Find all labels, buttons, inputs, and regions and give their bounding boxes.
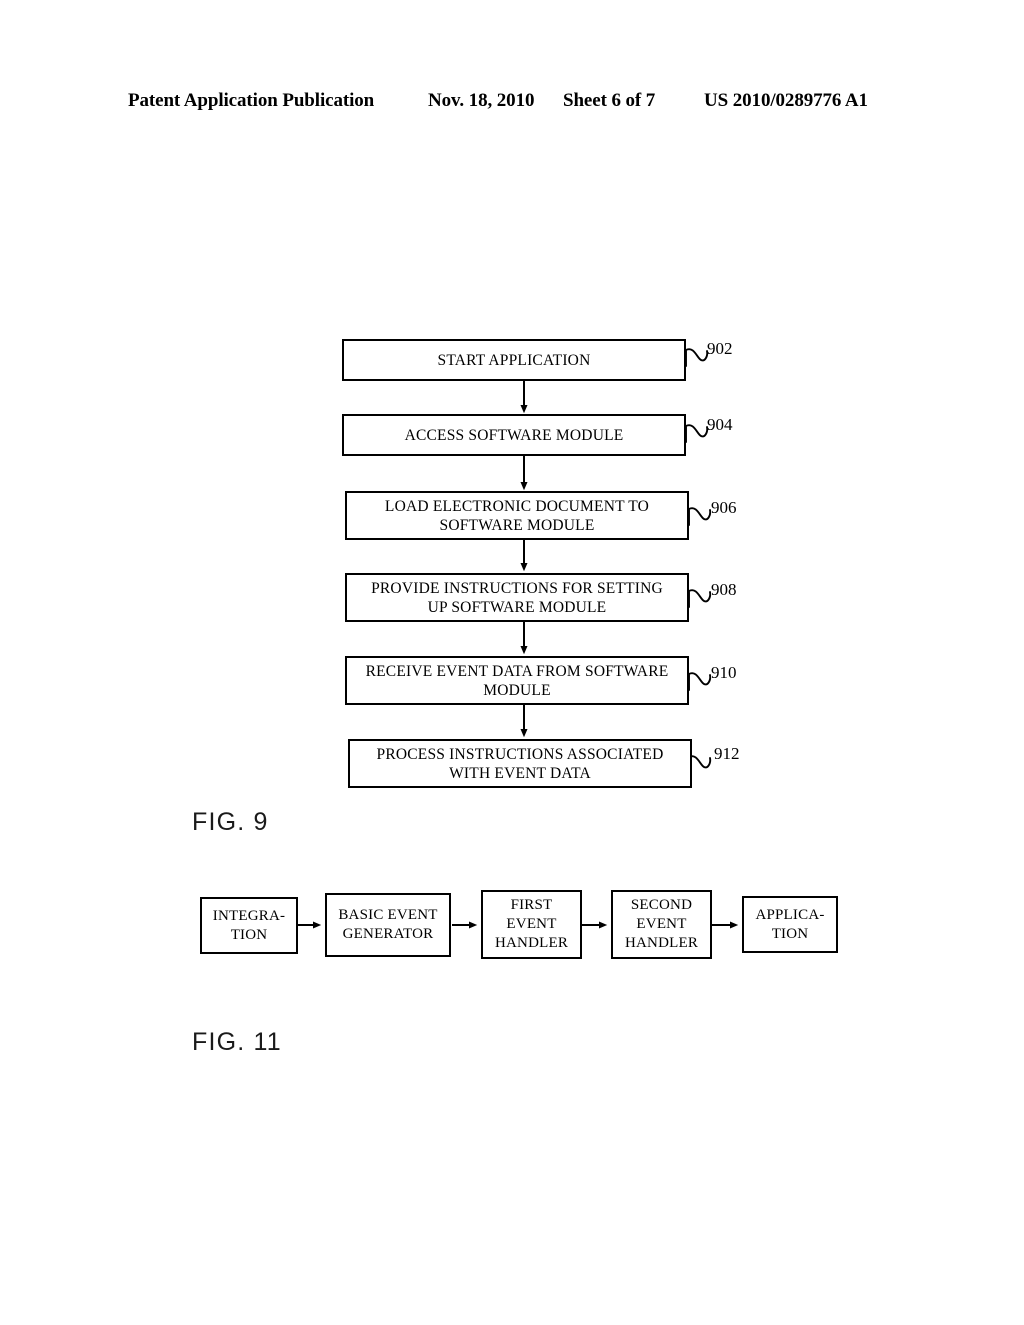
block-second-event-handler-line-2: HANDLER bbox=[624, 935, 699, 951]
block-basic-event-generator[interactable]: BASIC EVENT GENERATOR bbox=[325, 893, 451, 957]
block-application-line-0: APPLICA- bbox=[755, 906, 825, 923]
block-second-event-handler-line-1: EVENT bbox=[636, 916, 687, 932]
figure-11-label: FIG. 11 bbox=[192, 1028, 282, 1056]
reference-number-904: 904 bbox=[707, 415, 733, 434]
reference-number-908: 908 bbox=[711, 580, 737, 599]
figure-9: START APPLICATION 902 ACCESS SOFTWARE MO… bbox=[0, 0, 1024, 1320]
flow-step-904-line-0: ACCESS SOFTWARE MODULE bbox=[404, 426, 624, 444]
figure-9-label: FIG. 9 bbox=[192, 808, 269, 836]
flow-step-910-line-1: MODULE bbox=[483, 681, 551, 699]
flow-step-906-line-1: SOFTWARE MODULE bbox=[439, 516, 595, 534]
block-second-event-handler[interactable]: SECOND EVENT HANDLER bbox=[611, 890, 712, 959]
block-integration-line-1: TION bbox=[230, 926, 268, 943]
flow-step-910-line-0: RECEIVE EVENT DATA FROM SOFTWARE bbox=[365, 662, 669, 680]
block-basic-event-generator-line-0: BASIC EVENT bbox=[338, 907, 438, 923]
reference-number-906: 906 bbox=[711, 498, 737, 517]
header-publication-date: Nov. 18, 2010 bbox=[428, 90, 535, 111]
flow-step-912[interactable]: PROCESS INSTRUCTIONS ASSOCIATED WITH EVE… bbox=[348, 739, 692, 788]
block-first-event-handler[interactable]: FIRST EVENT HANDLER bbox=[481, 890, 582, 959]
patent-header: Patent Application Publication Nov. 18, … bbox=[0, 88, 1024, 114]
block-second-event-handler-line-0: SECOND bbox=[630, 897, 693, 913]
flow-step-910[interactable]: RECEIVE EVENT DATA FROM SOFTWARE MODULE bbox=[345, 656, 689, 705]
flow-step-906-line-0: LOAD ELECTRONIC DOCUMENT TO bbox=[384, 497, 650, 515]
reference-number-912: 912 bbox=[714, 744, 740, 763]
block-application-line-1: TION bbox=[771, 925, 809, 942]
flow-step-906[interactable]: LOAD ELECTRONIC DOCUMENT TO SOFTWARE MOD… bbox=[345, 491, 689, 540]
flow-step-908-line-1: UP SOFTWARE MODULE bbox=[427, 598, 607, 616]
header-sheet-number: Sheet 6 of 7 bbox=[563, 90, 656, 111]
block-application[interactable]: APPLICA- TION bbox=[742, 896, 838, 953]
flow-step-904[interactable]: ACCESS SOFTWARE MODULE bbox=[342, 414, 686, 456]
block-integration-line-0: INTEGRA- bbox=[212, 907, 286, 924]
block-first-event-handler-line-0: FIRST bbox=[510, 897, 553, 913]
header-patent-number: US 2010/0289776 A1 bbox=[704, 90, 868, 111]
flow-step-908-line-0: PROVIDE INSTRUCTIONS FOR SETTING bbox=[371, 579, 663, 597]
flow-step-912-line-1: WITH EVENT DATA bbox=[449, 764, 591, 782]
reference-number-910: 910 bbox=[711, 663, 737, 682]
block-first-event-handler-line-1: EVENT bbox=[506, 916, 557, 932]
header-publication-title: Patent Application Publication bbox=[128, 90, 375, 111]
reference-lead-lines bbox=[685, 348, 712, 774]
flow-step-902[interactable]: START APPLICATION bbox=[342, 339, 686, 381]
flow-step-912-line-0: PROCESS INSTRUCTIONS ASSOCIATED bbox=[376, 745, 664, 763]
block-basic-event-generator-line-1: GENERATOR bbox=[342, 926, 434, 942]
flow-step-908[interactable]: PROVIDE INSTRUCTIONS FOR SETTING UP SOFT… bbox=[345, 573, 689, 622]
reference-number-902: 902 bbox=[707, 339, 733, 358]
block-integration[interactable]: INTEGRA- TION bbox=[200, 897, 298, 954]
block-first-event-handler-line-2: HANDLER bbox=[494, 935, 569, 951]
flow-step-902-line-0: START APPLICATION bbox=[437, 351, 591, 369]
